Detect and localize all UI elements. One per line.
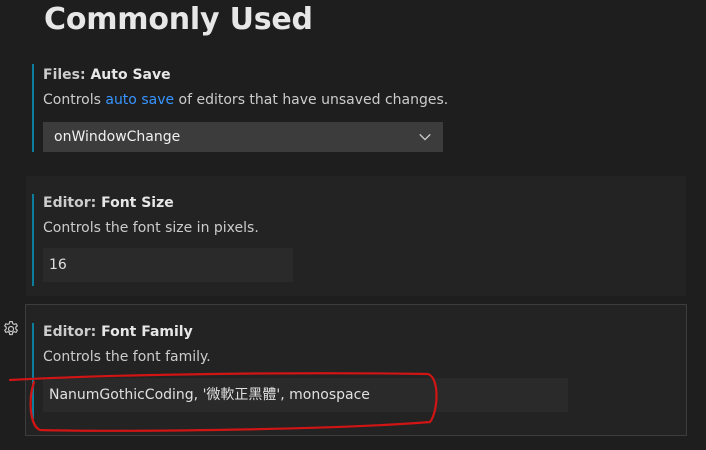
setting-title: Editor: Font Size: [43, 194, 174, 212]
modified-indicator: [32, 64, 34, 152]
modified-indicator: [32, 194, 34, 286]
font-size-input[interactable]: 16: [43, 248, 293, 282]
font-family-input[interactable]: NanumGothicCoding, '微軟正黑體', monospace: [43, 378, 568, 412]
input-value: NanumGothicCoding, '微軟正黑體', monospace: [49, 387, 370, 403]
setting-category: Editor:: [43, 195, 102, 211]
auto-save-link[interactable]: auto save: [105, 92, 174, 108]
description-text: of editors that have unsaved changes.: [174, 92, 449, 108]
setting-description: Controls the font size in pixels.: [43, 220, 259, 236]
setting-description: Controls the font family.: [43, 349, 211, 365]
gear-icon[interactable]: [2, 320, 20, 338]
modified-indicator: [32, 323, 34, 419]
input-value: 16: [49, 257, 67, 273]
page-title: Commonly Used: [44, 2, 313, 37]
auto-save-select[interactable]: onWindowChange: [43, 122, 443, 152]
setting-category: Editor:: [43, 324, 102, 340]
setting-editor-font-family[interactable]: Editor: Font Family Controls the font fa…: [25, 304, 687, 436]
chevron-down-icon: [419, 133, 431, 141]
setting-title: Files: Auto Save: [43, 66, 171, 84]
setting-name: Font Family: [101, 324, 193, 340]
setting-name: Font Size: [101, 195, 174, 211]
setting-name: Auto Save: [90, 67, 171, 83]
setting-title: Editor: Font Family: [43, 323, 193, 341]
setting-editor-font-size[interactable]: Editor: Font Size Controls the font size…: [26, 176, 686, 296]
setting-description: Controls auto save of editors that have …: [43, 91, 448, 109]
setting-category: Files:: [43, 67, 91, 83]
description-text: Controls: [43, 92, 106, 108]
select-value: onWindowChange: [54, 129, 181, 145]
setting-files-auto-save[interactable]: Files: Auto Save Controls auto save of e…: [26, 52, 686, 166]
